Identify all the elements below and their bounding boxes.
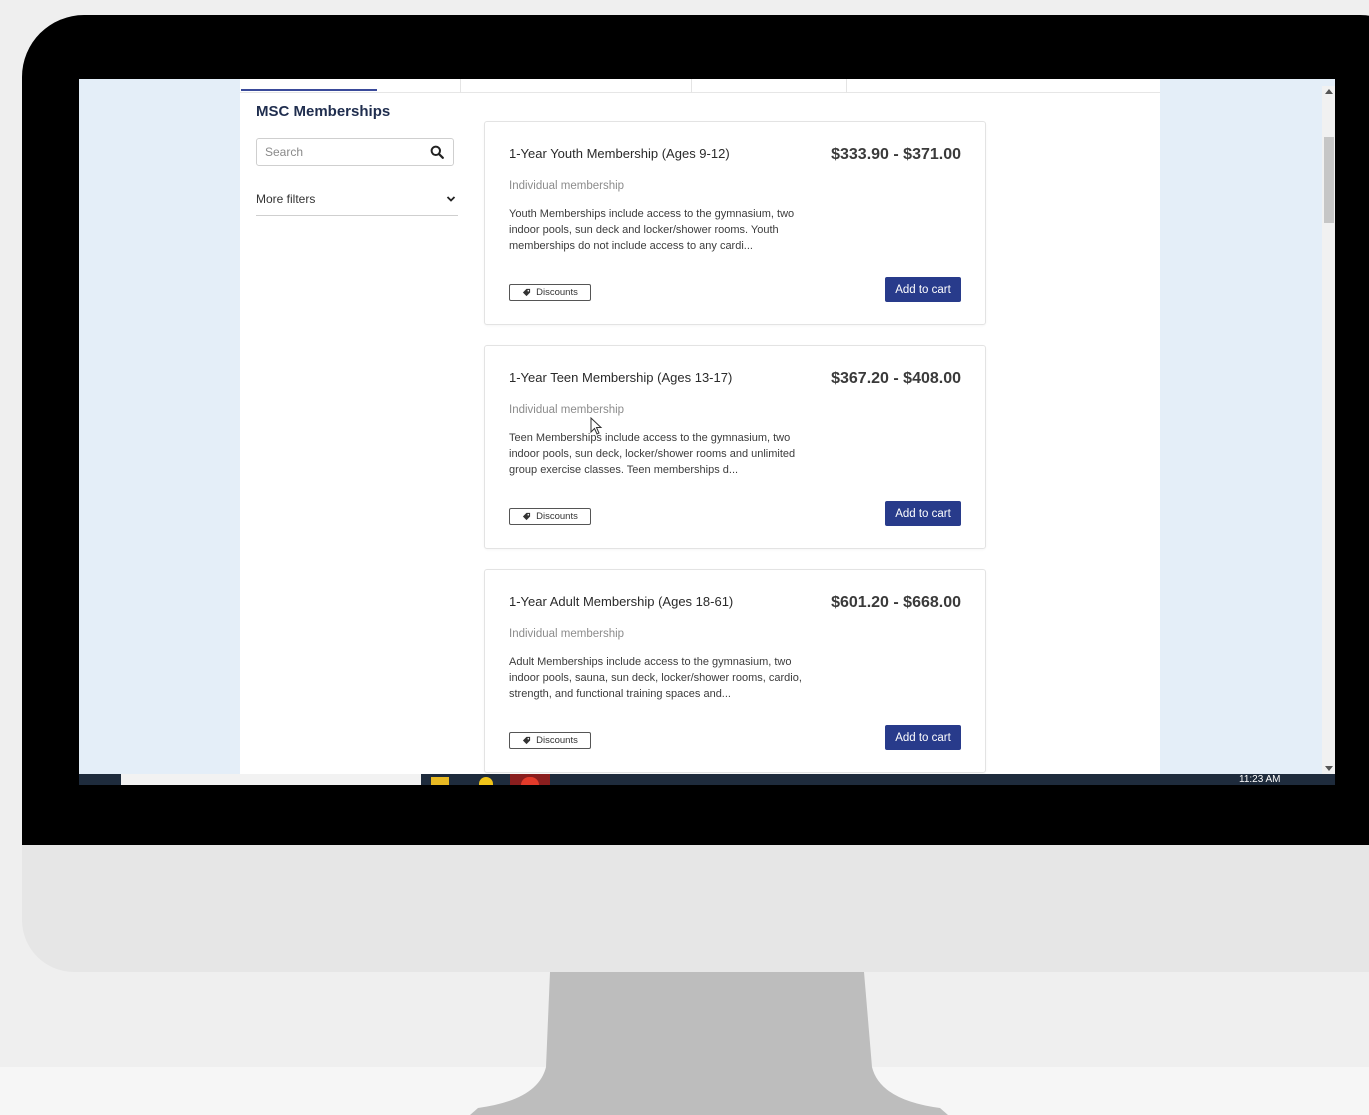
membership-card: 1-Year Youth Membership (Ages 9-12) $333… xyxy=(484,121,986,325)
discounts-label: Discounts xyxy=(536,735,578,746)
vertical-scrollbar[interactable] xyxy=(1322,86,1335,774)
chevron-down-icon xyxy=(446,196,456,202)
search-icon[interactable] xyxy=(430,145,444,159)
search-input[interactable] xyxy=(257,139,427,165)
monitor-mockup: MSC Memberships More filters xyxy=(0,0,1369,1115)
membership-title[interactable]: 1-Year Teen Membership (Ages 13-17) xyxy=(509,370,732,385)
discounts-label: Discounts xyxy=(536,287,578,298)
tag-icon xyxy=(523,736,531,745)
membership-price: $333.90 - $371.00 xyxy=(831,146,961,163)
chrome-icon[interactable] xyxy=(479,777,493,785)
tab-divider xyxy=(460,79,461,93)
tag-icon xyxy=(523,512,531,521)
more-filters-toggle[interactable]: More filters xyxy=(256,188,458,216)
taskbar-clock: 11:23 AM xyxy=(1239,774,1281,785)
top-tab-bar xyxy=(240,79,1160,93)
membership-title[interactable]: 1-Year Adult Membership (Ages 18-61) xyxy=(509,594,733,609)
membership-type: Individual membership xyxy=(509,628,625,640)
monitor-stand xyxy=(470,972,948,1115)
membership-price: $601.20 - $668.00 xyxy=(831,594,961,611)
membership-list: 1-Year Youth Membership (Ages 9-12) $333… xyxy=(484,121,986,785)
add-to-cart-button[interactable]: Add to cart xyxy=(885,501,961,526)
discounts-button[interactable]: Discounts xyxy=(509,508,591,525)
membership-description: Teen Memberships include access to the g… xyxy=(509,432,796,476)
active-app-icon[interactable] xyxy=(510,774,550,785)
scroll-up-arrow[interactable] xyxy=(1325,89,1333,94)
scroll-thumb[interactable] xyxy=(1324,137,1334,223)
file-explorer-icon[interactable] xyxy=(431,777,449,785)
add-to-cart-button[interactable]: Add to cart xyxy=(885,277,961,302)
membership-type: Individual membership xyxy=(509,404,625,416)
membership-description: Adult Memberships include access to the … xyxy=(509,656,802,700)
tab-divider xyxy=(691,79,692,93)
page-content: MSC Memberships More filters xyxy=(240,79,1160,774)
discounts-label: Discounts xyxy=(536,511,578,522)
taskbar-search[interactable] xyxy=(121,774,421,785)
membership-card: 1-Year Teen Membership (Ages 13-17) $367… xyxy=(484,345,986,549)
sidebar-title: MSC Memberships xyxy=(256,103,391,120)
more-filters-label: More filters xyxy=(256,192,316,206)
membership-type: Individual membership xyxy=(509,180,625,192)
membership-description: Youth Memberships include access to the … xyxy=(509,208,795,252)
tab-divider xyxy=(846,79,847,93)
screen: MSC Memberships More filters xyxy=(79,79,1335,785)
os-taskbar: 11:23 AM xyxy=(79,774,1335,785)
membership-title[interactable]: 1-Year Youth Membership (Ages 9-12) xyxy=(509,146,730,161)
scroll-down-arrow[interactable] xyxy=(1325,766,1333,771)
add-to-cart-button[interactable]: Add to cart xyxy=(885,725,961,750)
discounts-button[interactable]: Discounts xyxy=(509,732,591,749)
active-tab-indicator xyxy=(241,89,377,91)
search-box xyxy=(256,138,454,166)
mouse-cursor-icon xyxy=(590,417,603,435)
filter-sidebar: MSC Memberships More filters xyxy=(256,103,458,216)
membership-card: 1-Year Adult Membership (Ages 18-61) $60… xyxy=(484,569,986,773)
tag-icon xyxy=(523,288,531,297)
discounts-button[interactable]: Discounts xyxy=(509,284,591,301)
membership-price: $367.20 - $408.00 xyxy=(831,370,961,387)
